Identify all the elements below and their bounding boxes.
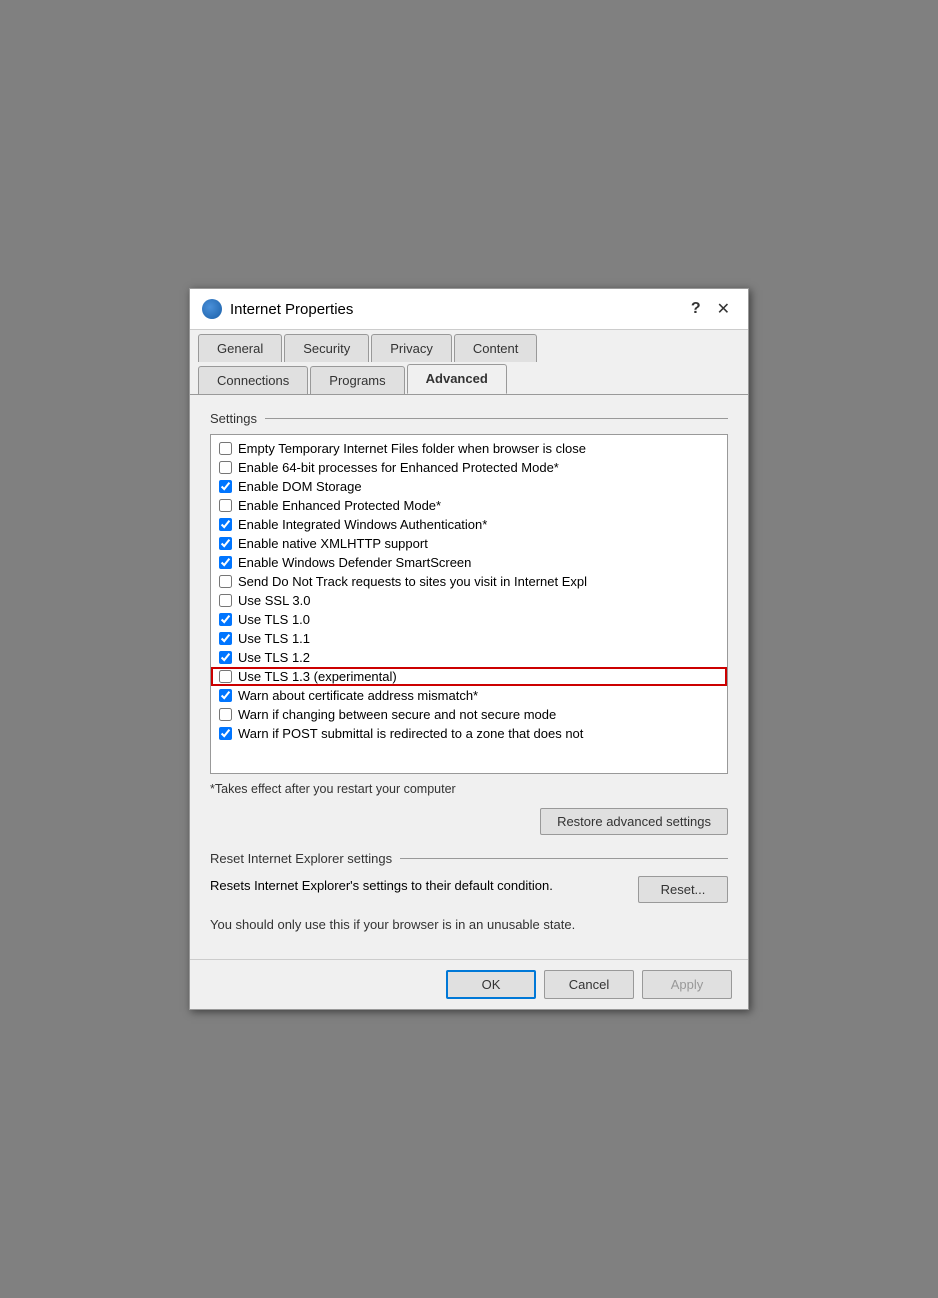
tab-privacy[interactable]: Privacy — [371, 334, 452, 362]
title-bar: Internet Properties ? ✕ — [190, 289, 748, 330]
dialog-footer: OK Cancel Apply — [190, 959, 748, 1009]
setting-label-tls10: Use TLS 1.0 — [238, 612, 310, 627]
setting-cert-mismatch[interactable]: Warn about certificate address mismatch* — [211, 686, 727, 705]
checkbox-empty-temp[interactable] — [219, 442, 232, 455]
reset-description: Resets Internet Explorer's settings to t… — [210, 876, 626, 896]
dialog-title: Internet Properties — [230, 301, 677, 318]
tab-general[interactable]: General — [198, 334, 282, 362]
checkbox-dnt[interactable] — [219, 575, 232, 588]
setting-dom-storage[interactable]: Enable DOM Storage — [211, 477, 727, 496]
reset-button[interactable]: Reset... — [638, 876, 728, 903]
setting-label-integrated-auth: Enable Integrated Windows Authentication… — [238, 517, 487, 532]
checkbox-tls13[interactable] — [219, 670, 232, 683]
checkbox-tls10[interactable] — [219, 613, 232, 626]
checkbox-enhanced-protected[interactable] — [219, 499, 232, 512]
setting-label-cert-mismatch: Warn about certificate address mismatch* — [238, 688, 478, 703]
setting-label-dnt: Send Do Not Track requests to sites you … — [238, 574, 587, 589]
checkbox-secure-mode[interactable] — [219, 708, 232, 721]
app-icon — [202, 299, 222, 319]
settings-list-inner: Empty Temporary Internet Files folder wh… — [211, 435, 727, 747]
reset-section-header: Reset Internet Explorer settings — [210, 851, 728, 866]
reset-content: Resets Internet Explorer's settings to t… — [210, 876, 728, 903]
setting-label-tls12: Use TLS 1.2 — [238, 650, 310, 665]
tab-programs[interactable]: Programs — [310, 366, 404, 394]
setting-label-tls11: Use TLS 1.1 — [238, 631, 310, 646]
checkbox-xmlhttp[interactable] — [219, 537, 232, 550]
tabs-container: General Security Privacy Content Connect… — [190, 330, 748, 395]
setting-label-secure-mode: Warn if changing between secure and not … — [238, 707, 556, 722]
cancel-button[interactable]: Cancel — [544, 970, 634, 999]
setting-label-post-redirect: Warn if POST submittal is redirected to … — [238, 726, 583, 741]
tabs-row-2: Connections Programs Advanced — [198, 362, 740, 394]
setting-label-empty-temp: Empty Temporary Internet Files folder wh… — [238, 441, 586, 456]
tab-security[interactable]: Security — [284, 334, 369, 362]
tab-advanced[interactable]: Advanced — [407, 364, 507, 394]
restore-advanced-settings-button[interactable]: Restore advanced settings — [540, 808, 728, 835]
tabs-row-1: General Security Privacy Content — [198, 330, 740, 362]
checkbox-smartscreen[interactable] — [219, 556, 232, 569]
checkbox-64bit[interactable] — [219, 461, 232, 474]
settings-section-header: Settings — [210, 411, 728, 426]
setting-empty-temp[interactable]: Empty Temporary Internet Files folder wh… — [211, 439, 727, 458]
setting-post-redirect[interactable]: Warn if POST submittal is redirected to … — [211, 724, 727, 743]
setting-64bit[interactable]: Enable 64-bit processes for Enhanced Pro… — [211, 458, 727, 477]
setting-label-smartscreen: Enable Windows Defender SmartScreen — [238, 555, 471, 570]
setting-dnt[interactable]: Send Do Not Track requests to sites you … — [211, 572, 727, 591]
setting-tls13[interactable]: Use TLS 1.3 (experimental) — [211, 667, 727, 686]
apply-button[interactable]: Apply — [642, 970, 732, 999]
setting-integrated-auth[interactable]: Enable Integrated Windows Authentication… — [211, 515, 727, 534]
setting-label-64bit: Enable 64-bit processes for Enhanced Pro… — [238, 460, 559, 475]
checkbox-ssl30[interactable] — [219, 594, 232, 607]
setting-smartscreen[interactable]: Enable Windows Defender SmartScreen — [211, 553, 727, 572]
checkbox-post-redirect[interactable] — [219, 727, 232, 740]
checkbox-cert-mismatch[interactable] — [219, 689, 232, 702]
restore-btn-row: Restore advanced settings — [210, 808, 728, 835]
checkbox-tls12[interactable] — [219, 651, 232, 664]
checkbox-tls11[interactable] — [219, 632, 232, 645]
setting-label-enhanced-protected: Enable Enhanced Protected Mode* — [238, 498, 441, 513]
setting-ssl30[interactable]: Use SSL 3.0 — [211, 591, 727, 610]
tab-content[interactable]: Content — [454, 334, 538, 362]
setting-label-tls13: Use TLS 1.3 (experimental) — [238, 669, 397, 684]
setting-tls10[interactable]: Use TLS 1.0 — [211, 610, 727, 629]
setting-secure-mode[interactable]: Warn if changing between secure and not … — [211, 705, 727, 724]
close-button[interactable]: ✕ — [711, 297, 736, 321]
setting-label-xmlhttp: Enable native XMLHTTP support — [238, 536, 428, 551]
help-button[interactable]: ? — [685, 298, 707, 320]
setting-label-ssl30: Use SSL 3.0 — [238, 593, 311, 608]
restart-note: *Takes effect after you restart your com… — [210, 782, 728, 796]
setting-tls12[interactable]: Use TLS 1.2 — [211, 648, 727, 667]
checkbox-integrated-auth[interactable] — [219, 518, 232, 531]
setting-tls11[interactable]: Use TLS 1.1 — [211, 629, 727, 648]
setting-label-dom-storage: Enable DOM Storage — [238, 479, 362, 494]
setting-enhanced-protected[interactable]: Enable Enhanced Protected Mode* — [211, 496, 727, 515]
checkbox-dom-storage[interactable] — [219, 480, 232, 493]
tab-content-area: Settings Empty Temporary Internet Files … — [190, 395, 748, 959]
tab-connections[interactable]: Connections — [198, 366, 308, 394]
title-controls: ? ✕ — [685, 297, 736, 321]
ok-button[interactable]: OK — [446, 970, 536, 999]
settings-list[interactable]: Empty Temporary Internet Files folder wh… — [210, 434, 728, 774]
warning-text: You should only use this if your browser… — [210, 915, 728, 935]
internet-properties-dialog: Internet Properties ? ✕ General Security… — [189, 288, 749, 1010]
setting-xmlhttp[interactable]: Enable native XMLHTTP support — [211, 534, 727, 553]
